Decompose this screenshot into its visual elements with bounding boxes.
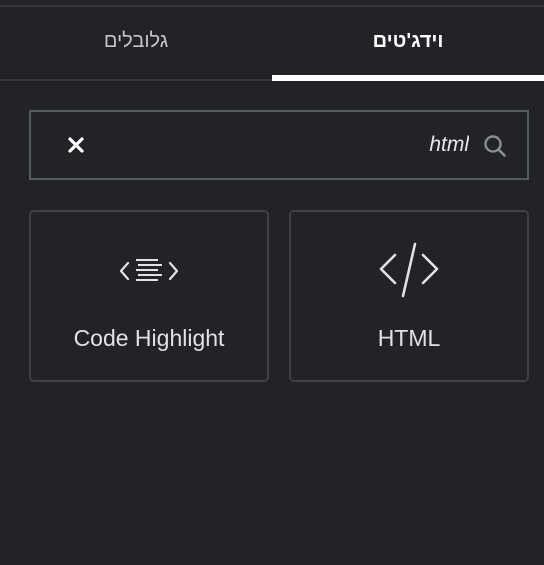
tab-widgets-label: וידג'טים bbox=[372, 29, 444, 52]
search-icon bbox=[483, 134, 507, 158]
widget-code-highlight[interactable]: Code Highlight bbox=[29, 210, 269, 382]
close-icon[interactable] bbox=[65, 134, 87, 156]
widget-results: HTML Code Highlight bbox=[29, 210, 529, 382]
search-input[interactable] bbox=[169, 128, 469, 162]
tab-globals[interactable]: גלובלים bbox=[0, 7, 272, 79]
tab-globals-label: גלובלים bbox=[103, 29, 169, 52]
widgets-panel: וידג'טים גלובלים html HTML Code Highligh… bbox=[0, 0, 544, 565]
widget-code-highlight-title: Code Highlight bbox=[73, 325, 225, 351]
widget-html[interactable]: HTML bbox=[289, 210, 529, 382]
tab-widgets[interactable]: וידג'טים bbox=[272, 7, 544, 81]
panel-tabs: וידג'טים גלובלים bbox=[0, 7, 544, 81]
widget-html-title: HTML bbox=[377, 325, 441, 351]
search-box bbox=[29, 110, 529, 180]
code-highlight-icon bbox=[119, 242, 179, 300]
code-icon bbox=[379, 242, 439, 300]
